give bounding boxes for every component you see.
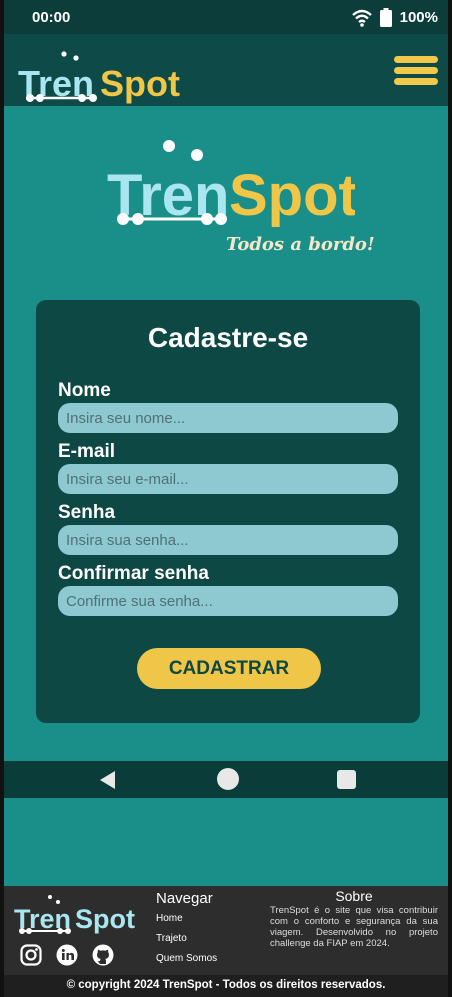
wifi-icon: [351, 9, 372, 27]
footer-link-trajeto[interactable]: Trajeto: [156, 933, 217, 944]
signup-card: Cadastre-se Nome E-mail Senha Confirmar …: [36, 300, 420, 723]
linkedin-icon[interactable]: [56, 944, 78, 966]
password-input[interactable]: [58, 525, 398, 555]
footer-about-title: Sobre: [335, 888, 373, 904]
brand-tagline: Todos a bordo!: [226, 234, 375, 255]
confirm-password-input[interactable]: [58, 586, 398, 616]
footer-about-text: TrenSpot é o site que visa contribuir co…: [270, 905, 438, 949]
status-time: 00:00: [32, 9, 71, 26]
signup-title: Cadastre-se: [147, 322, 309, 353]
confirm-password-label: Confirmar senha: [58, 563, 209, 584]
footer-link-home[interactable]: Home: [156, 913, 217, 924]
battery-level: 100%: [399, 9, 438, 26]
signup-button[interactable]: CADASTRAR: [137, 648, 321, 689]
instagram-icon[interactable]: [20, 944, 42, 966]
battery-icon: [379, 8, 392, 27]
password-label: Senha: [58, 502, 116, 523]
email-label: E-mail: [58, 441, 116, 462]
name-label: Nome: [58, 380, 111, 401]
trenspot-logo-footer[interactable]: Tren Spot: [12, 894, 137, 938]
hamburger-menu-icon[interactable]: [394, 56, 438, 86]
footer-brand-part2: Spot: [75, 904, 135, 934]
status-bar: 00:00 100%: [0, 0, 452, 34]
footer: Tren Spot Navegar Home Trajeto Quem Somo…: [4, 886, 448, 975]
email-input[interactable]: [58, 464, 398, 494]
copyright-text: © copyright 2024 TrenSpot - Todos os dir…: [0, 975, 452, 997]
name-input[interactable]: [58, 403, 398, 433]
brand-name-part2: Spot: [100, 63, 180, 104]
home-icon[interactable]: [217, 768, 239, 790]
hero-brand-part2: Spot: [229, 163, 355, 228]
system-nav-bar: [4, 761, 448, 798]
back-icon[interactable]: [100, 771, 115, 789]
github-icon[interactable]: [92, 944, 114, 966]
app-bar: Tren Spot: [4, 34, 448, 106]
footer-link-quem-somos[interactable]: Quem Somos: [156, 953, 217, 964]
footer-nav-title: Navegar: [156, 890, 213, 907]
trenspot-logo-hero: Tren Spot: [107, 140, 355, 228]
recent-apps-icon[interactable]: [337, 770, 356, 789]
trenspot-logo-header[interactable]: Tren Spot: [18, 46, 183, 106]
